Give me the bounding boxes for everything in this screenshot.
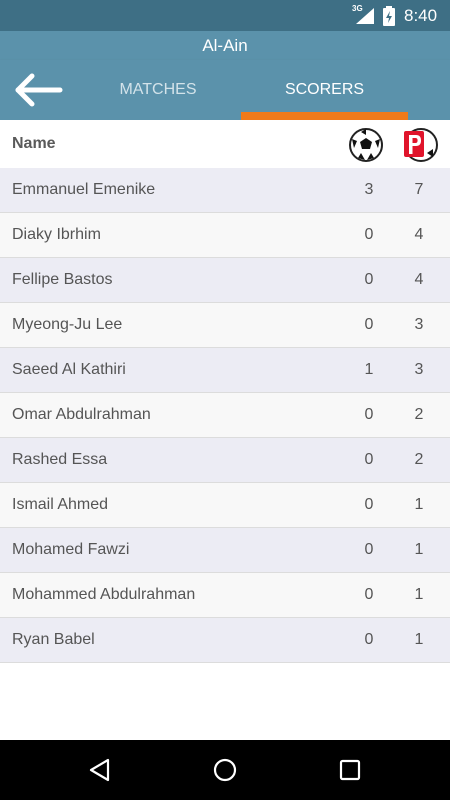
penalties-value: 3 [414,361,424,378]
system-nav-bar [0,740,450,800]
signal-icon [356,8,374,24]
table-header: Name [0,120,450,168]
clock: 8:40 [404,6,438,25]
table-row[interactable]: Diaky Ibrhim 0 4 [0,213,450,258]
tab-matches[interactable]: MATCHES [76,60,240,120]
goals-value: 3 [364,181,374,198]
player-name: Saeed Al Kathiri [12,361,126,378]
goals-value: 0 [364,451,374,468]
player-name: Ryan Babel [12,631,95,648]
goals-value: 0 [364,541,374,558]
battery-icon [383,6,395,26]
goals-value: 0 [364,406,374,423]
goals-value: 1 [364,361,374,378]
table-row[interactable]: Omar Abdulrahman 0 2 [0,393,450,438]
tab-bar: MATCHES SCORERS [0,60,450,120]
table-row[interactable]: Rashed Essa 0 2 [0,438,450,483]
penalties-value: 3 [414,316,424,333]
arrow-left-icon [15,73,63,107]
player-name: Omar Abdulrahman [12,406,151,423]
player-name: Rashed Essa [12,451,108,468]
goals-value: 0 [364,226,374,243]
player-name: Myeong-Ju Lee [12,316,123,333]
table-row[interactable]: Ryan Babel 0 1 [0,618,450,663]
goals-value: 0 [364,496,374,513]
player-name: Diaky Ibrhim [12,226,101,243]
table-row[interactable]: Fellipe Bastos 0 4 [0,258,450,303]
table-row[interactable]: Mohammed Abdulrahman 0 1 [0,573,450,618]
player-name: Mohammed Abdulrahman [12,586,196,603]
penalties-value: 1 [414,586,424,603]
table-row[interactable]: Ismail Ahmed 0 1 [0,483,450,528]
goals-value: 0 [364,316,374,333]
goals-value: 0 [364,631,374,648]
player-name: Emmanuel Emenike [12,181,156,198]
name-column-header: Name [12,135,56,152]
penalties-value: 1 [414,496,424,513]
penalties-value: 4 [414,271,424,288]
goals-value: 0 [364,586,374,603]
penalties-value: 1 [414,541,424,558]
soccer-ball-icon [349,128,383,162]
table-row[interactable]: Saeed Al Kathiri 1 3 [0,348,450,393]
player-name: Ismail Ahmed [12,496,109,513]
tab-indicator [241,112,408,120]
tab-scorers[interactable]: SCORERS [241,60,408,120]
table-row[interactable]: Myeong-Ju Lee 0 3 [0,303,450,348]
page-title: Al-Ain [202,36,248,55]
scorers-list: Emmanuel Emenike 3 7 Diaky Ibrhim 0 4 Fe… [0,168,450,663]
status-bar: 3G 8:40 [0,0,450,31]
nav-recent-icon[interactable] [336,756,364,784]
back-button[interactable] [12,72,64,108]
penalties-value: 2 [414,406,424,423]
penalties-value: 2 [414,451,424,468]
player-name: Mohamed Fawzi [12,541,130,558]
penalties-value: 7 [414,181,424,198]
table-row[interactable]: Emmanuel Emenike 3 7 [0,168,450,213]
penalties-value: 4 [414,226,424,243]
goals-value: 0 [364,271,374,288]
app-title-bar: Al-Ain [0,31,450,60]
nav-home-icon[interactable] [211,756,239,784]
table-row[interactable]: Mohamed Fawzi 0 1 [0,528,450,573]
penalty-icon [404,128,438,162]
penalties-value: 1 [414,631,424,648]
player-name: Fellipe Bastos [12,271,113,288]
nav-back-icon[interactable] [86,756,114,784]
